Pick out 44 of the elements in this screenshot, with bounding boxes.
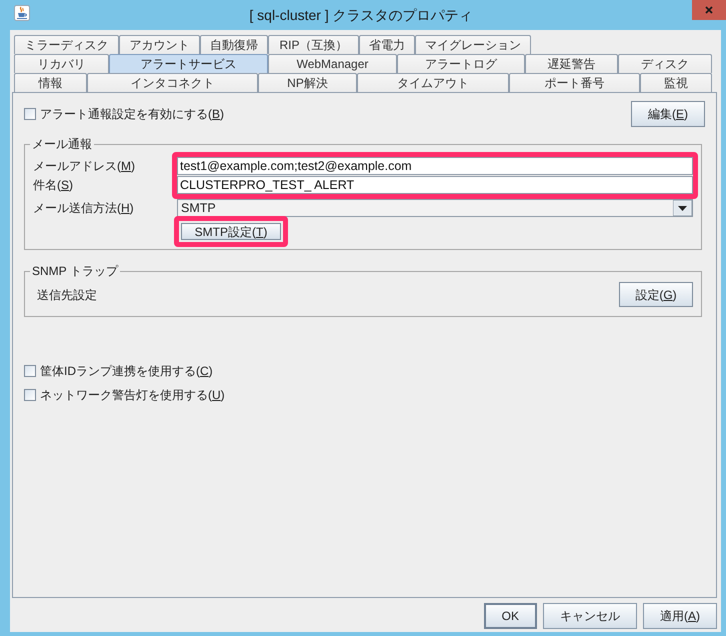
window-title: [ sql-cluster ] クラスタのプロパティ (248, 6, 474, 24)
tab[interactable]: アカウント (119, 35, 200, 54)
checkbox[interactable] (24, 365, 36, 377)
tab[interactable]: アラートサービス (109, 54, 268, 73)
destination-label: 送信先設定 (37, 286, 97, 304)
input-field[interactable]: CLUSTERPRO_TEST_ ALERT (177, 176, 693, 194)
dialog-button[interactable]: 適用(A) (642, 603, 717, 629)
dialog-button[interactable]: キャンセル (542, 603, 637, 629)
caret-icon[interactable] (673, 200, 692, 216)
field-label: 件名(S) (33, 177, 74, 194)
tab[interactable]: 遅延警告 (525, 54, 618, 73)
field-label: メールアドレス(M) (33, 158, 135, 175)
tab[interactable]: 情報 (14, 73, 87, 92)
tab[interactable]: NP解決 (258, 73, 357, 92)
tab[interactable]: アラートログ (397, 54, 525, 73)
input-field[interactable]: test1@example.com;test2@example.com (177, 157, 693, 175)
tab[interactable]: WebManager (268, 54, 397, 73)
send-method-select[interactable]: SMTP (177, 199, 693, 217)
settings-button[interactable]: 設定(G) (619, 282, 693, 307)
checkbox-label: 筐体IDランプ連携を使用する(C) (40, 363, 213, 380)
tab[interactable]: ポート番号 (509, 73, 640, 92)
group-title: SNMP トラップ (30, 264, 120, 278)
tab[interactable]: インタコネクト (87, 73, 258, 92)
tab[interactable]: ミラーディスク (14, 35, 119, 54)
tab[interactable]: ディスク (618, 54, 712, 73)
field-label: メール送信方法(H) (33, 200, 134, 217)
tab[interactable]: 自動復帰 (200, 35, 268, 54)
checkbox-label: ネットワーク警告灯を使用する(U) (40, 387, 225, 404)
tab[interactable]: RIP（互換） (268, 35, 359, 54)
tab[interactable]: リカバリ (14, 54, 109, 73)
tab[interactable]: 省電力 (359, 35, 415, 54)
smtp-settings-button[interactable]: SMTP設定(T) (181, 223, 281, 240)
tab[interactable]: タイムアウト (357, 73, 509, 92)
edit-button[interactable]: 編集(E) (631, 101, 705, 127)
close-icon (705, 6, 713, 14)
checkbox[interactable] (24, 389, 36, 401)
dialog-button[interactable]: OK (484, 603, 537, 629)
checkbox[interactable] (24, 108, 36, 120)
close-button[interactable] (692, 0, 726, 20)
tab[interactable]: 監視 (640, 73, 712, 92)
checkbox-label: アラート通報設定を有効にする(B) (40, 106, 224, 123)
tab[interactable]: マイグレーション (415, 35, 531, 54)
group-title: メール通報 (30, 137, 94, 151)
coffee-cup-icon (14, 5, 30, 21)
